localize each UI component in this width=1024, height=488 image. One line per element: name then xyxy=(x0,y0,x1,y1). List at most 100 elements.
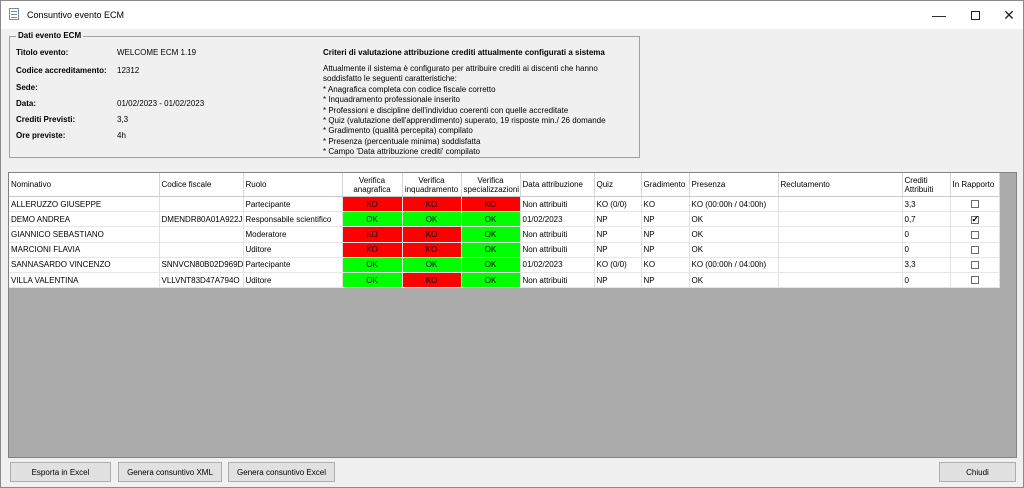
col-header-crediti[interactable]: Crediti Attribuiti xyxy=(902,173,951,197)
criteria-line: * Gradimento (qualità percepita) compila… xyxy=(323,126,473,136)
field-label-ore: Ore previste: xyxy=(16,131,66,140)
cell-v_anag: KO xyxy=(342,196,403,213)
cell-in-rapporto xyxy=(950,272,1000,289)
cell-presenza: OK xyxy=(689,242,779,258)
field-label-titolo: Titolo evento: xyxy=(16,48,69,57)
col-header-cf[interactable]: Codice fiscale xyxy=(159,173,244,197)
cell-ruolo: Partecipante xyxy=(243,257,343,273)
table-row[interactable]: DEMO ANDREA DMENDR80A01A922J Responsabile … xyxy=(9,211,1000,228)
export-excel-button[interactable]: Esporta in Excel xyxy=(10,462,111,482)
in-rapporto-checkbox[interactable] xyxy=(970,200,979,209)
col-header-quiz[interactable]: Quiz xyxy=(594,173,642,197)
criteria-title: Criteri di valutazione attribuzione cred… xyxy=(323,48,605,57)
maximize-button[interactable] xyxy=(957,1,993,29)
cell-v_inq: OK xyxy=(402,257,462,273)
cell-grad: NP xyxy=(641,226,690,243)
col-header-ruolo[interactable]: Ruolo xyxy=(243,173,343,197)
cell-v_anag: OK xyxy=(342,257,403,273)
in-rapporto-checkbox[interactable] xyxy=(970,261,979,270)
col-header-verifica-anagrafica[interactable]: Verifica anagrafica xyxy=(342,173,403,197)
cell-in-rapporto xyxy=(950,196,1000,213)
cell-crediti: 3,3 xyxy=(902,196,951,213)
col-header-verifica-inquadramento[interactable]: Verifica inquadramento xyxy=(402,173,462,197)
col-header-verifica-specializzazioni[interactable]: Verifica specializzazioni xyxy=(461,173,521,197)
col-header-presenza[interactable]: Presenza xyxy=(689,173,779,197)
field-value-titolo: WELCOME ECM 1.19 xyxy=(117,48,197,57)
cell-quiz: KO (0/0) xyxy=(594,257,642,273)
in-rapporto-checkbox[interactable] xyxy=(970,246,979,255)
cell-recl xyxy=(778,257,903,273)
document-icon xyxy=(9,8,19,20)
cell-nominativo: SANNASARDO VINCENZO xyxy=(9,257,160,273)
cell-cf xyxy=(159,226,244,243)
table-row[interactable]: ALLERUZZO GIUSEPPE Partecipante KO KO KO Non … xyxy=(9,196,1000,213)
cell-presenza: OK xyxy=(689,226,779,243)
cell-cf: VLLVNT83D47A794O xyxy=(159,272,244,289)
criteria-line: soddisfatto le seguenti caratteristiche: xyxy=(323,74,457,84)
criteria-line: * Professioni e discipline dell'individu… xyxy=(323,105,569,115)
window: Consuntivo evento ECM — ✕ Dati evento EC… xyxy=(0,0,1024,488)
minimize-icon: — xyxy=(932,7,946,23)
field-label-codice: Codice accreditamento: xyxy=(16,66,107,75)
cell-grad: KO xyxy=(641,196,690,213)
cell-crediti: 0 xyxy=(902,272,951,289)
cell-presenza: KO (00:00h / 04:00h) xyxy=(689,257,779,273)
field-label-data: Data: xyxy=(16,99,37,108)
table-row[interactable]: MARCIONI FLAVIA Uditore KO KO OK Non attribui… xyxy=(9,242,1000,258)
cell-crediti: 0 xyxy=(902,226,951,243)
cell-v_anag: OK xyxy=(342,211,403,228)
cell-v_spec: OK xyxy=(461,211,521,228)
cell-in-rapporto xyxy=(950,242,1000,258)
minimize-button[interactable]: — xyxy=(921,1,957,29)
table-row[interactable]: GIANNICO SEBASTIANO Moderatore KO KO OK Non a… xyxy=(9,226,1000,243)
cell-recl xyxy=(778,226,903,243)
close-button[interactable]: ✕ xyxy=(991,1,1024,29)
col-header-reclutamento[interactable]: Reclutamento xyxy=(778,173,903,197)
cell-nominativo: MARCIONI FLAVIA xyxy=(9,242,160,258)
cell-nominativo: GIANNICO SEBASTIANO xyxy=(9,226,160,243)
cell-v_spec: OK xyxy=(461,272,521,289)
cell-in-rapporto xyxy=(950,226,1000,243)
col-header-nominativo[interactable]: Nominativo xyxy=(9,173,160,197)
col-header-in-rapporto[interactable]: In Rapporto xyxy=(950,173,1000,197)
cell-crediti: 0 xyxy=(902,242,951,258)
cell-cf xyxy=(159,196,244,213)
cell-ruolo: Partecipante xyxy=(243,196,343,213)
cell-recl xyxy=(778,196,903,213)
field-value-codice: 12312 xyxy=(117,66,140,75)
cell-nominativo: ALLERUZZO GIUSEPPE xyxy=(9,196,160,213)
cell-ruolo: Moderatore xyxy=(243,226,343,243)
col-header-gradimento[interactable]: Gradimento xyxy=(641,173,690,197)
group-title: Dati evento ECM xyxy=(16,31,84,40)
cell-quiz: NP xyxy=(594,242,642,258)
col-header-data-attribuzione[interactable]: Data attribuzione xyxy=(520,173,595,197)
cell-presenza: KO (00:00h / 04:00h) xyxy=(689,196,779,213)
cell-data_attr: Non attribuiti xyxy=(520,272,595,289)
cell-data_attr: 01/02/2023 xyxy=(520,257,595,273)
in-rapporto-checkbox[interactable] xyxy=(970,214,979,225)
participants-grid[interactable]: Nominativo Codice fiscale Ruolo Verifica… xyxy=(8,172,1017,458)
close-dialog-button[interactable]: Chiudi xyxy=(939,462,1016,482)
cell-v_spec: OK xyxy=(461,257,521,273)
cell-quiz: NP xyxy=(594,272,642,289)
cell-v_inq: KO xyxy=(402,242,462,258)
table-row[interactable]: SANNASARDO VINCENZO SNNVCN80B02D969D Parte… xyxy=(9,257,1000,273)
cell-cf: DMENDR80A01A922J xyxy=(159,211,244,228)
cell-in-rapporto xyxy=(950,211,1000,228)
in-rapporto-checkbox[interactable] xyxy=(970,276,979,285)
field-value-data: 01/02/2023 - 01/02/2023 xyxy=(117,99,205,108)
criteria-line: Attualmente il sistema è configurato per… xyxy=(323,64,598,73)
generate-excel-button[interactable]: Genera consuntivo Excel xyxy=(228,462,335,482)
cell-presenza: OK xyxy=(689,211,779,228)
cell-v_spec: OK xyxy=(461,226,521,243)
field-label-sede: Sede: xyxy=(16,83,38,92)
generate-xml-button[interactable]: Genera consuntivo XML xyxy=(118,462,222,482)
table-row[interactable]: VILLA VALENTINA VLLVNT83D47A794O Uditore OK… xyxy=(9,272,1000,289)
cell-presenza: OK xyxy=(689,272,779,289)
criteria-line: * Inquadramento professionale inserito xyxy=(323,95,460,105)
cell-v_inq: KO xyxy=(402,226,462,243)
in-rapporto-checkbox[interactable] xyxy=(970,230,979,239)
cell-data_attr: Non attribuiti xyxy=(520,226,595,243)
cell-crediti: 0,7 xyxy=(902,211,951,228)
cell-nominativo: VILLA VALENTINA xyxy=(9,272,160,289)
